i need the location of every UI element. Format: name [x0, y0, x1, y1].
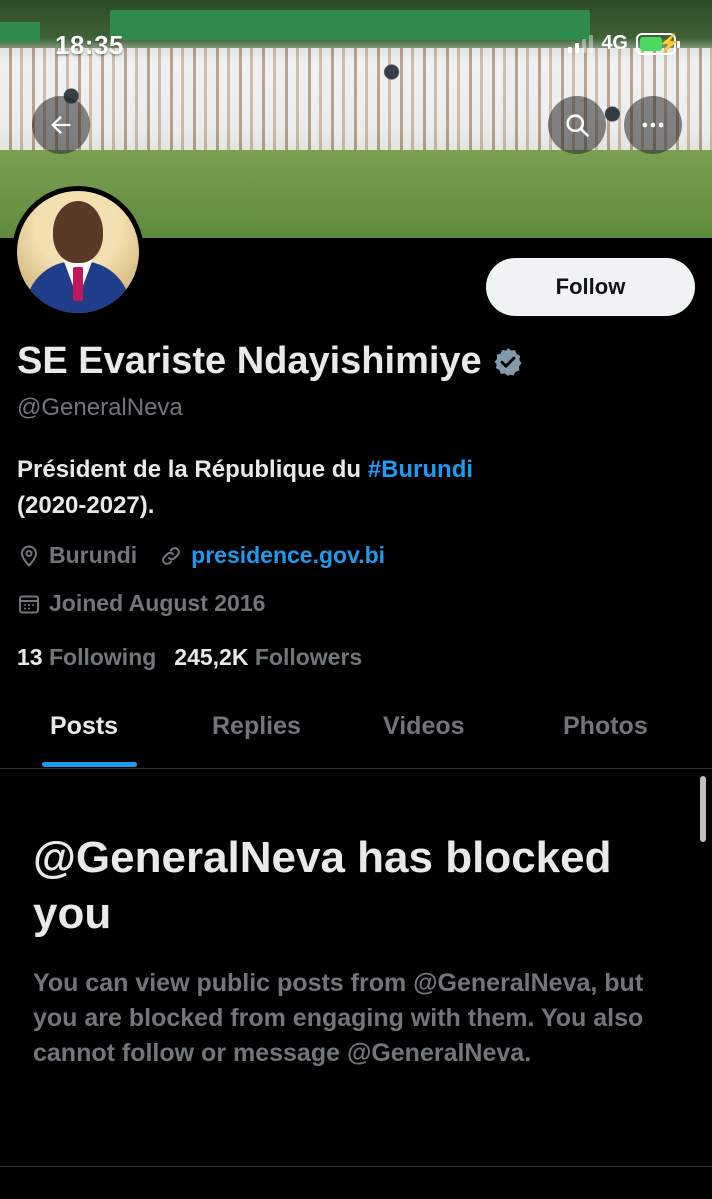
location-pin-icon [20, 544, 38, 567]
link-icon [162, 546, 181, 565]
more-horizontal-icon [642, 122, 664, 128]
following-link[interactable]: 13 Following [17, 644, 156, 671]
back-button[interactable] [32, 96, 90, 154]
followers-link[interactable]: 245,2K Followers [174, 644, 362, 671]
tab-replies[interactable]: Replies [212, 712, 301, 741]
bottom-divider [0, 1166, 712, 1167]
follow-stats: 13 Following 245,2K Followers [17, 644, 362, 671]
bio-text: Président de la République du [17, 456, 368, 483]
website-link[interactable]: presidence.gov.bi [191, 542, 385, 569]
blocked-title: @GeneralNeva has blocked you [33, 833, 612, 938]
joined-row: Joined August 2016 [17, 590, 265, 617]
more-button[interactable] [624, 96, 682, 154]
profile-tabs: Posts Replies Videos Photos [0, 700, 712, 769]
tab-photos[interactable]: Photos [563, 712, 648, 741]
signal-icon [568, 34, 594, 53]
blocked-description: You can view public posts from @GeneralN… [33, 969, 644, 1067]
profile-bio: Président de la République du #Burundi (… [17, 452, 697, 524]
arrow-left-icon [51, 116, 71, 134]
active-tab-indicator [42, 762, 137, 767]
location-text: Burundi [49, 542, 138, 568]
scrollbar[interactable] [700, 776, 706, 842]
search-icon [566, 114, 589, 137]
following-label: Following [48, 644, 157, 670]
location-item: Burundi [17, 542, 137, 569]
follow-button[interactable]: Follow [486, 258, 695, 316]
tab-videos[interactable]: Videos [383, 712, 465, 741]
profile-meta: Burundi presidence.gov.bi [17, 542, 407, 569]
search-button[interactable] [548, 96, 606, 154]
network-label: 4G [601, 32, 628, 54]
profile-name: SE Evariste Ndayishimiye [17, 340, 482, 382]
profile-handle: @GeneralNeva [17, 394, 183, 421]
followers-count: 245,2K [174, 644, 249, 670]
calendar-icon [19, 595, 39, 613]
status-indicators: 4G ⚡ [568, 32, 680, 55]
banner-building [110, 10, 590, 40]
verified-badge-icon[interactable] [492, 346, 524, 378]
banner-building-left [0, 22, 40, 42]
status-time: 18:35 [55, 30, 124, 60]
avatar[interactable] [12, 186, 144, 318]
avatar-photo [17, 191, 139, 313]
tab-posts[interactable]: Posts [50, 712, 118, 741]
profile-name-row: SE Evariste Ndayishimiye [17, 340, 524, 383]
followers-label: Followers [254, 644, 363, 670]
battery-icon: ⚡ [636, 32, 680, 55]
joined-text: Joined August 2016 [49, 590, 266, 616]
bio-hashtag-link[interactable]: #Burundi [368, 456, 473, 483]
website-item[interactable]: presidence.gov.bi [159, 542, 385, 569]
bio-years: (2020-2027). [17, 492, 155, 519]
following-count: 13 [17, 644, 43, 670]
